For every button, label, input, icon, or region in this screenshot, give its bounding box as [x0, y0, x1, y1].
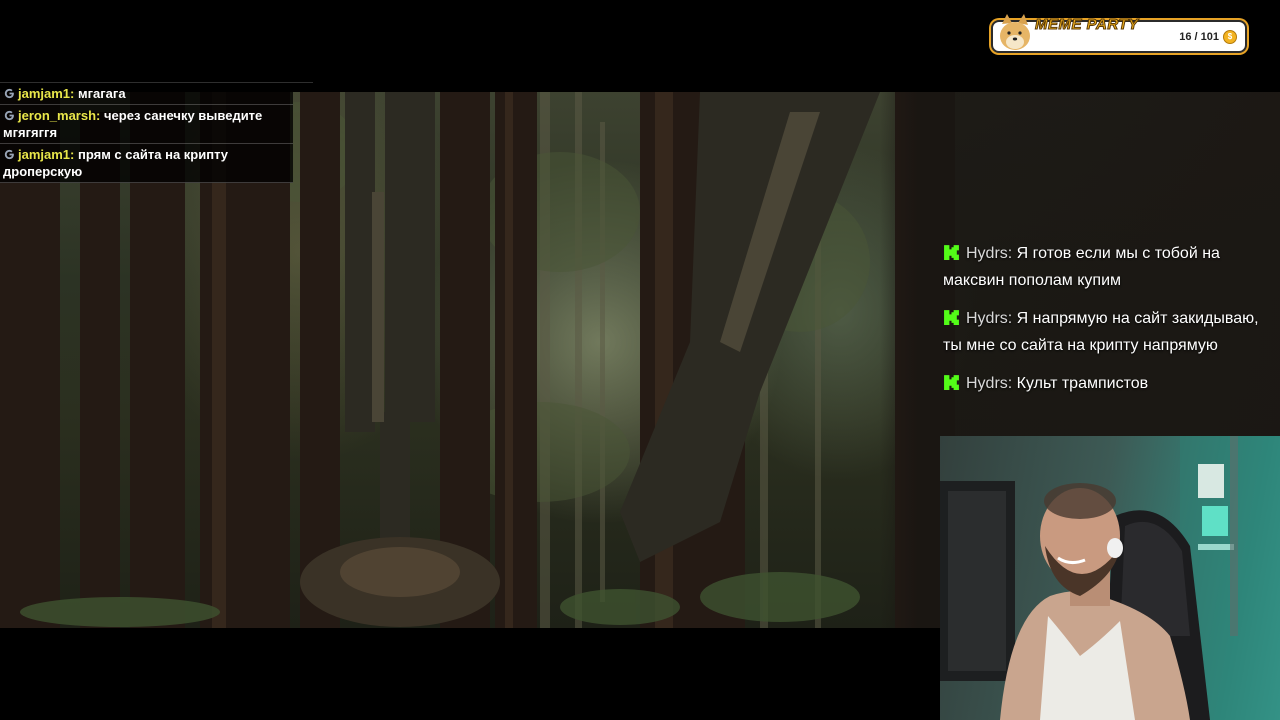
- chat-username: jamjam1: [18, 147, 71, 162]
- chat-message: jamjam1: прям с сайта на крипту дроперск…: [0, 144, 293, 183]
- chat-username: Hydrs: [966, 310, 1008, 327]
- kick-icon: [944, 310, 959, 325]
- chat-message: Hydrs: Культ трампистов: [943, 371, 1273, 398]
- chat-message: Hydrs: Я напрямую на сайт закидываю, ты …: [943, 310, 1259, 354]
- chat-message: Hydrs: Я готов если мы с тобой на максви…: [943, 245, 1220, 289]
- google-icon: [4, 110, 14, 121]
- kick-icon: [944, 375, 959, 390]
- left-chat-overlay: jamjam1: мгагага jeron_marsh: через сане…: [0, 82, 313, 183]
- chat-username: jeron_marsh: [18, 108, 97, 123]
- google-icon: [4, 149, 14, 160]
- chat-message: jamjam1: мгагага: [0, 83, 293, 105]
- chat-message: jeron_marsh: через санечку выведите мгяг…: [0, 105, 293, 144]
- chat-username: Hydrs: [966, 245, 1008, 262]
- chat-text: Культ трампистов: [1016, 375, 1149, 392]
- meme-party-title: MEME PARTY: [1035, 16, 1139, 34]
- right-chat-overlay: Hydrs: Я готов если мы с тобой на максви…: [943, 241, 1273, 410]
- meme-party-widget: MEME PARTY 16 / 101 $: [991, 14, 1247, 53]
- meme-party-count: 16 / 101: [1179, 31, 1219, 43]
- google-icon: [4, 88, 14, 99]
- chat-username: Hydrs: [966, 375, 1008, 392]
- doge-icon: [1000, 14, 1030, 50]
- coin-icon: $: [1223, 30, 1237, 44]
- chat-username: jamjam1: [18, 86, 71, 101]
- chat-text: мгагага: [78, 86, 126, 101]
- webcam-feed: [940, 436, 1280, 720]
- kick-icon: [944, 245, 959, 260]
